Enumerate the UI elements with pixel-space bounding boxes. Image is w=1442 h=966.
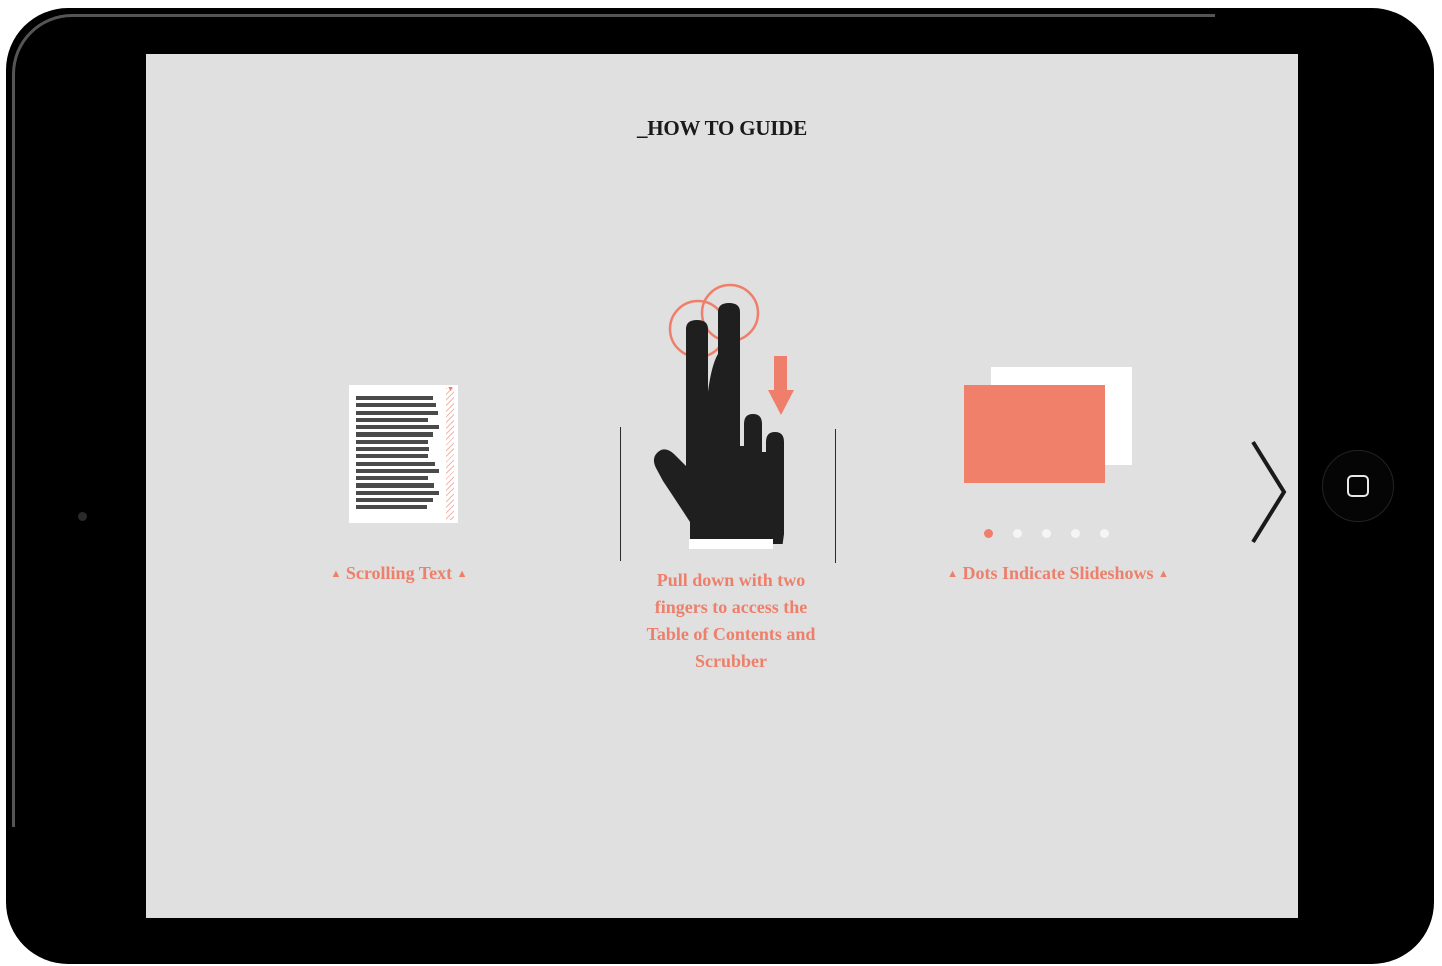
- scrolling-text-caption: ▲ Scrolling Text ▲: [314, 563, 484, 584]
- scrollbar-track: [446, 388, 454, 520]
- slideshow-dots: [984, 529, 1109, 538]
- home-square-icon: [1347, 475, 1369, 497]
- slide-dot-5[interactable]: [1100, 529, 1109, 538]
- triangle-up-icon: ▲: [330, 568, 342, 580]
- two-finger-hand-icon: [653, 283, 794, 544]
- scrolling-text-illustration: ▼: [349, 385, 458, 523]
- slide-dot-2[interactable]: [1013, 529, 1022, 538]
- slide-dot-4[interactable]: [1071, 529, 1080, 538]
- triangle-up-icon: ▲: [1158, 568, 1169, 580]
- how-to-guide-screen: _HOW TO GUIDE ▼ ▲ Scrolling Text ▲ Pull …: [146, 54, 1298, 918]
- gesture-caption: Pull down with two fingers to access the…: [646, 570, 816, 671]
- home-button[interactable]: [1322, 450, 1394, 522]
- slideshow-caption: ▲ Dots Indicate Slideshows ▲: [918, 563, 1198, 584]
- tablet-device: _HOW TO GUIDE ▼ ▲ Scrolling Text ▲ Pull …: [6, 8, 1434, 964]
- slideshow-label: Dots Indicate Slideshows: [962, 563, 1154, 583]
- divider-left: [620, 427, 621, 561]
- document-lines: [356, 396, 439, 513]
- divider-right: [835, 429, 836, 563]
- slide-dot-3[interactable]: [1042, 529, 1051, 538]
- scrolling-text-label: Scrolling Text: [345, 563, 453, 583]
- triangle-up-icon: ▲: [456, 568, 468, 580]
- slide-dot-1[interactable]: [984, 529, 993, 538]
- chevron-right-icon[interactable]: [1250, 440, 1290, 544]
- triangle-up-icon: ▲: [947, 568, 958, 580]
- camera-icon: [78, 512, 87, 521]
- page-title: _HOW TO GUIDE: [636, 116, 808, 140]
- scrubber-bar: [689, 539, 773, 549]
- slide-front-card: [964, 385, 1105, 483]
- scroll-arrow-icon: ▼: [447, 385, 454, 393]
